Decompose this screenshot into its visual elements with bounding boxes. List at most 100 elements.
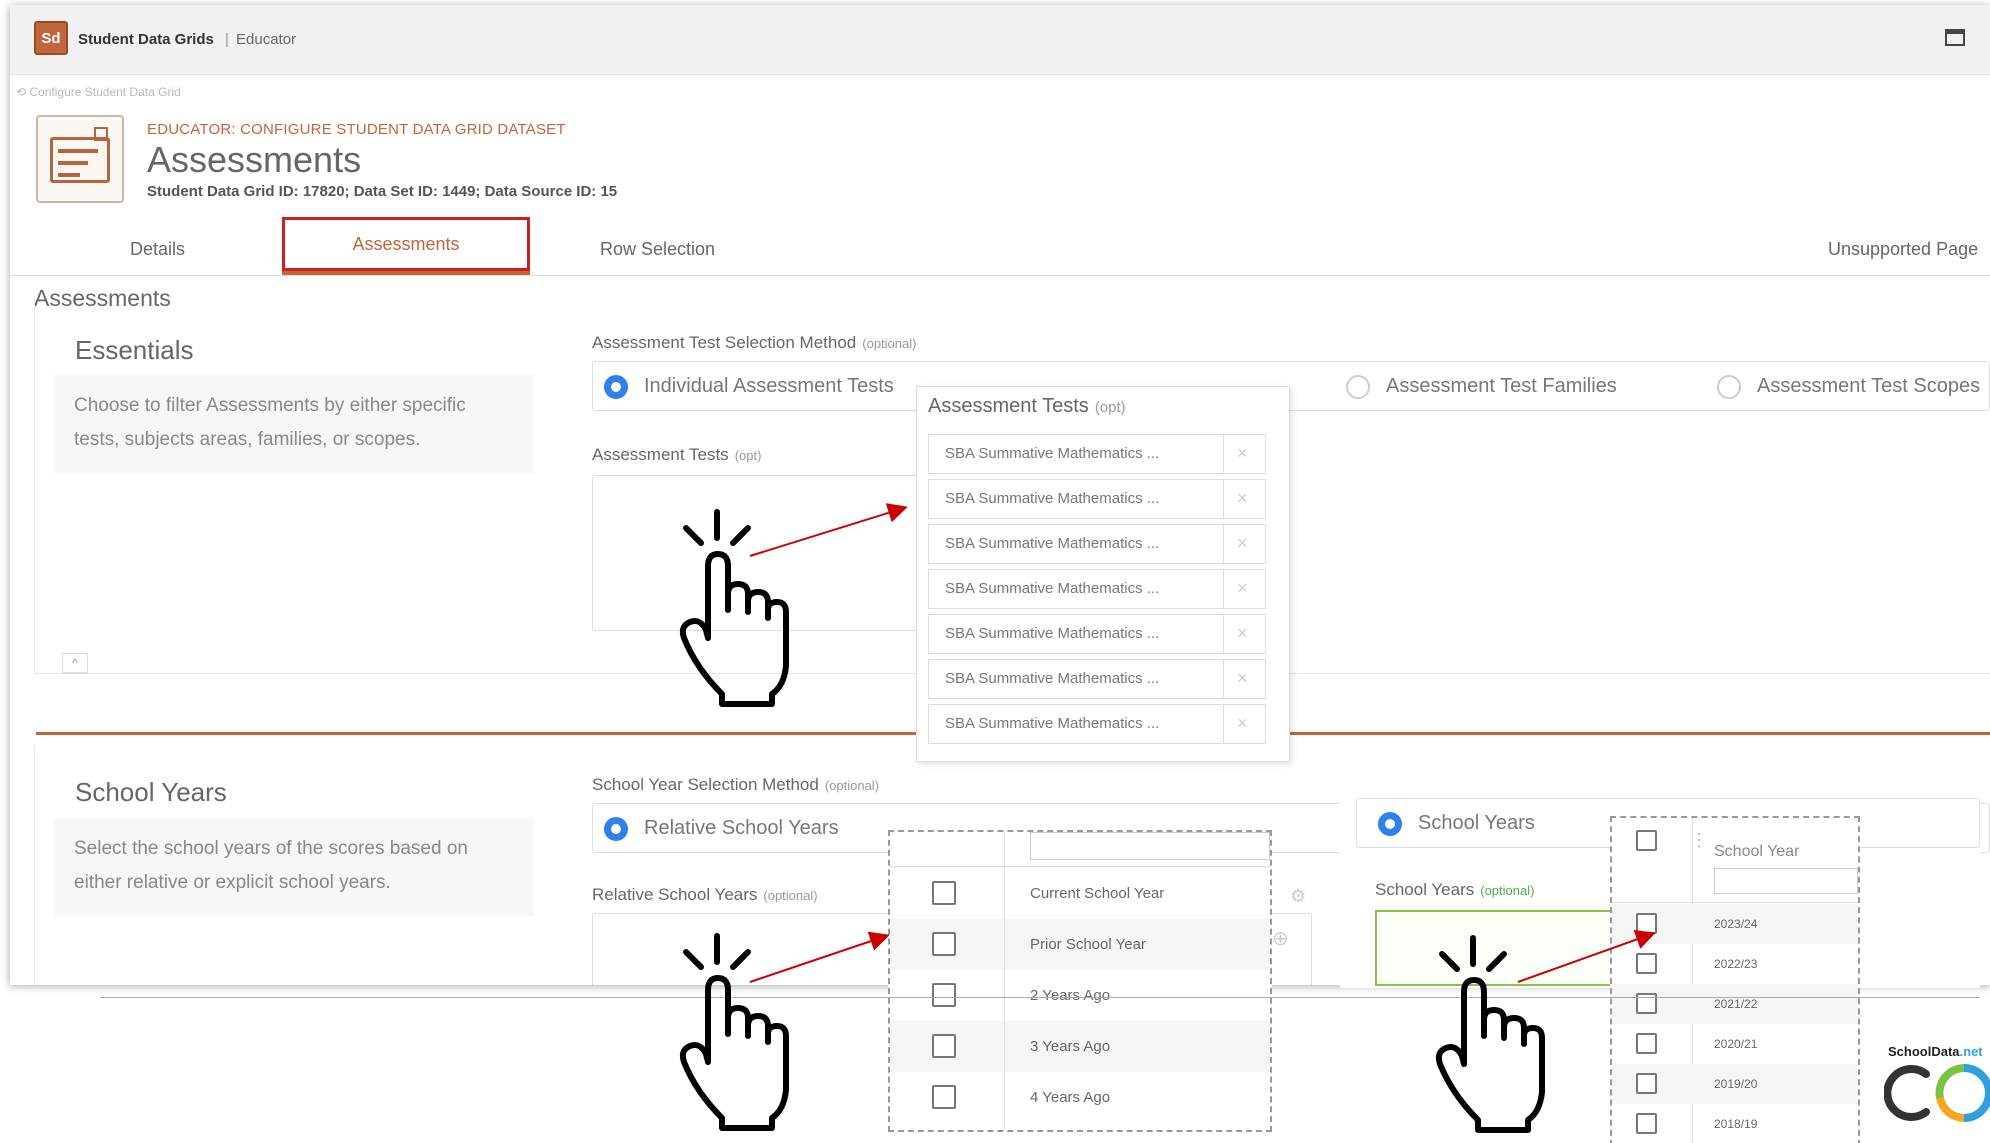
popup-header-divider xyxy=(1612,902,1858,903)
tab-details[interactable]: Details xyxy=(130,239,185,260)
popup-title-text: Assessment Tests xyxy=(928,395,1089,417)
collapse-button[interactable]: ^ xyxy=(62,653,88,673)
school-year-value: 2020/21 xyxy=(1714,1037,1758,1051)
school-year-value: 2023/24 xyxy=(1714,917,1758,931)
relative-years-label: Relative School Years (optional) xyxy=(592,885,818,905)
app-role: Educator xyxy=(236,31,297,48)
brand-name: SchoolData.net xyxy=(1888,1044,1983,1059)
checkbox[interactable] xyxy=(1636,913,1657,934)
selected-test-label: SBA Summative Mathematics ... xyxy=(945,580,1160,597)
radio-test-scopes[interactable] xyxy=(1717,375,1741,399)
test-method-label-text: Assessment Test Selection Method xyxy=(592,333,857,352)
list-item[interactable]: Prior School Year xyxy=(890,919,1270,970)
remove-icon[interactable]: × xyxy=(1237,443,1248,464)
brand-suffix: .net xyxy=(1959,1044,1983,1059)
table-row[interactable]: 2020/21 xyxy=(1612,1024,1858,1064)
school-year-value: 2021/22 xyxy=(1714,997,1758,1011)
checkbox[interactable] xyxy=(1636,953,1657,974)
assessment-tests-label-text: Assessment Tests xyxy=(592,445,729,464)
list-item-label: 2 Years Ago xyxy=(1030,987,1111,1004)
list-item-label: 3 Years Ago xyxy=(1030,1038,1111,1055)
table-row[interactable]: 2023/24 xyxy=(1612,904,1858,944)
table-row[interactable]: 2019/20 xyxy=(1612,1064,1858,1104)
checkbox[interactable] xyxy=(1636,1113,1657,1134)
selected-test-chip[interactable]: SBA Summative Mathematics ... × xyxy=(928,479,1266,519)
checkbox[interactable] xyxy=(932,1085,956,1109)
drag-handle-icon[interactable]: ⋮ xyxy=(1690,830,1708,851)
school-year-column-header: School Year xyxy=(1714,843,1800,860)
list-item[interactable]: 3 Years Ago xyxy=(890,1021,1270,1072)
list-item[interactable]: 4 Years Ago xyxy=(890,1072,1270,1123)
relative-years-label-text: Relative School Years xyxy=(592,885,758,904)
remove-icon[interactable]: × xyxy=(1237,488,1248,509)
essentials-description: Choose to filter Assessments by either s… xyxy=(54,375,534,473)
page-title: Assessments xyxy=(147,139,362,180)
tab-unsupported-page[interactable]: Unsupported Page xyxy=(1828,239,1978,260)
maximize-icon[interactable] xyxy=(1945,29,1965,46)
radio-school-years-label[interactable]: School Years xyxy=(1418,812,1535,835)
optional-tag: (optional) xyxy=(862,336,917,351)
list-item[interactable]: 2 Years Ago xyxy=(890,970,1270,1021)
school-years-description: Select the school years of the scores ba… xyxy=(54,818,534,916)
app-name: Student Data Grids xyxy=(78,31,214,48)
list-item[interactable]: Current School Year xyxy=(890,868,1270,919)
school-year-value: 2019/20 xyxy=(1714,1077,1758,1091)
school-years-title: School Years xyxy=(75,777,227,807)
remove-icon[interactable]: × xyxy=(1237,623,1248,644)
radio-relative-years-label[interactable]: Relative School Years xyxy=(644,817,839,840)
relative-years-search[interactable] xyxy=(1030,832,1270,860)
remove-icon[interactable]: × xyxy=(1237,578,1248,599)
selected-test-chip[interactable]: SBA Summative Mathematics ... × xyxy=(928,569,1266,609)
app-logo-badge: Sd xyxy=(34,21,68,55)
remove-icon[interactable]: × xyxy=(1237,533,1248,554)
table-row[interactable]: 2018/19 xyxy=(1612,1104,1858,1143)
checkbox[interactable] xyxy=(932,983,956,1007)
table-row[interactable]: 2021/22 xyxy=(1612,984,1858,1024)
radio-school-years[interactable] xyxy=(1378,812,1402,836)
tab-assessments[interactable]: Assessments xyxy=(282,217,530,271)
remove-icon[interactable]: × xyxy=(1237,668,1248,689)
schooldata-logo-icon xyxy=(1884,1064,1990,1122)
pointing-hand-icon xyxy=(1435,935,1545,1133)
select-all-checkbox[interactable] xyxy=(1636,830,1657,851)
tab-row-selection[interactable]: Row Selection xyxy=(600,239,715,260)
radio-test-families-label[interactable]: Assessment Test Families xyxy=(1386,375,1617,398)
table-row[interactable]: 2022/23 xyxy=(1612,944,1858,984)
checkbox[interactable] xyxy=(932,1034,956,1058)
radio-individual-tests[interactable] xyxy=(604,375,628,399)
zoom-icon[interactable]: ⊕ xyxy=(1272,926,1289,951)
selected-test-chip[interactable]: SBA Summative Mathematics ... × xyxy=(928,659,1266,699)
dataset-grid-icon xyxy=(36,115,124,203)
selected-test-label: SBA Summative Mathematics ... xyxy=(945,670,1160,687)
popup-header-divider xyxy=(890,866,1270,867)
selected-test-chip[interactable]: SBA Summative Mathematics ... × xyxy=(928,524,1266,564)
selected-test-chip[interactable]: SBA Summative Mathematics ... × xyxy=(928,704,1266,744)
radio-individual-tests-label[interactable]: Individual Assessment Tests xyxy=(644,375,894,398)
optional-tag: (optional) xyxy=(1480,883,1535,898)
radio-test-scopes-label[interactable]: Assessment Test Scopes xyxy=(1757,375,1980,398)
breadcrumb-label: Configure Student Data Grid xyxy=(29,85,181,99)
checkbox[interactable] xyxy=(1636,1033,1657,1054)
checkbox[interactable] xyxy=(932,932,956,956)
radio-test-families[interactable] xyxy=(1346,375,1370,399)
test-method-label: Assessment Test Selection Method (optiona… xyxy=(592,333,916,353)
gear-icon[interactable]: ⚙ xyxy=(1290,886,1306,907)
list-item-label: 4 Years Ago xyxy=(1030,1089,1111,1106)
selected-test-chip[interactable]: SBA Summative Mathematics ... × xyxy=(928,614,1266,654)
opt-tag: (opt) xyxy=(734,448,762,463)
checkbox[interactable] xyxy=(932,881,956,905)
remove-icon[interactable]: × xyxy=(1237,713,1248,734)
school-year-filter-input[interactable] xyxy=(1714,868,1858,894)
radio-relative-years[interactable] xyxy=(604,817,628,841)
checkbox[interactable] xyxy=(1636,1073,1657,1094)
selected-test-label: SBA Summative Mathematics ... xyxy=(945,445,1160,462)
brand-name-text: SchoolData xyxy=(1888,1044,1960,1059)
breadcrumb[interactable]: ⟲ Configure Student Data Grid xyxy=(16,85,181,99)
selected-test-chip[interactable]: SBA Summative Mathematics ... × xyxy=(928,434,1266,474)
page-ids: Student Data Grid ID: 17820; Data Set ID… xyxy=(147,183,618,200)
assessment-tests-label: Assessment Tests (opt) xyxy=(592,445,761,465)
selected-test-label: SBA Summative Mathematics ... xyxy=(945,715,1160,732)
year-method-label: School Year Selection Method (optional) xyxy=(592,775,879,795)
page-context: EDUCATOR: CONFIGURE STUDENT DATA GRID DA… xyxy=(147,121,566,138)
pointing-hand-icon xyxy=(679,509,789,707)
